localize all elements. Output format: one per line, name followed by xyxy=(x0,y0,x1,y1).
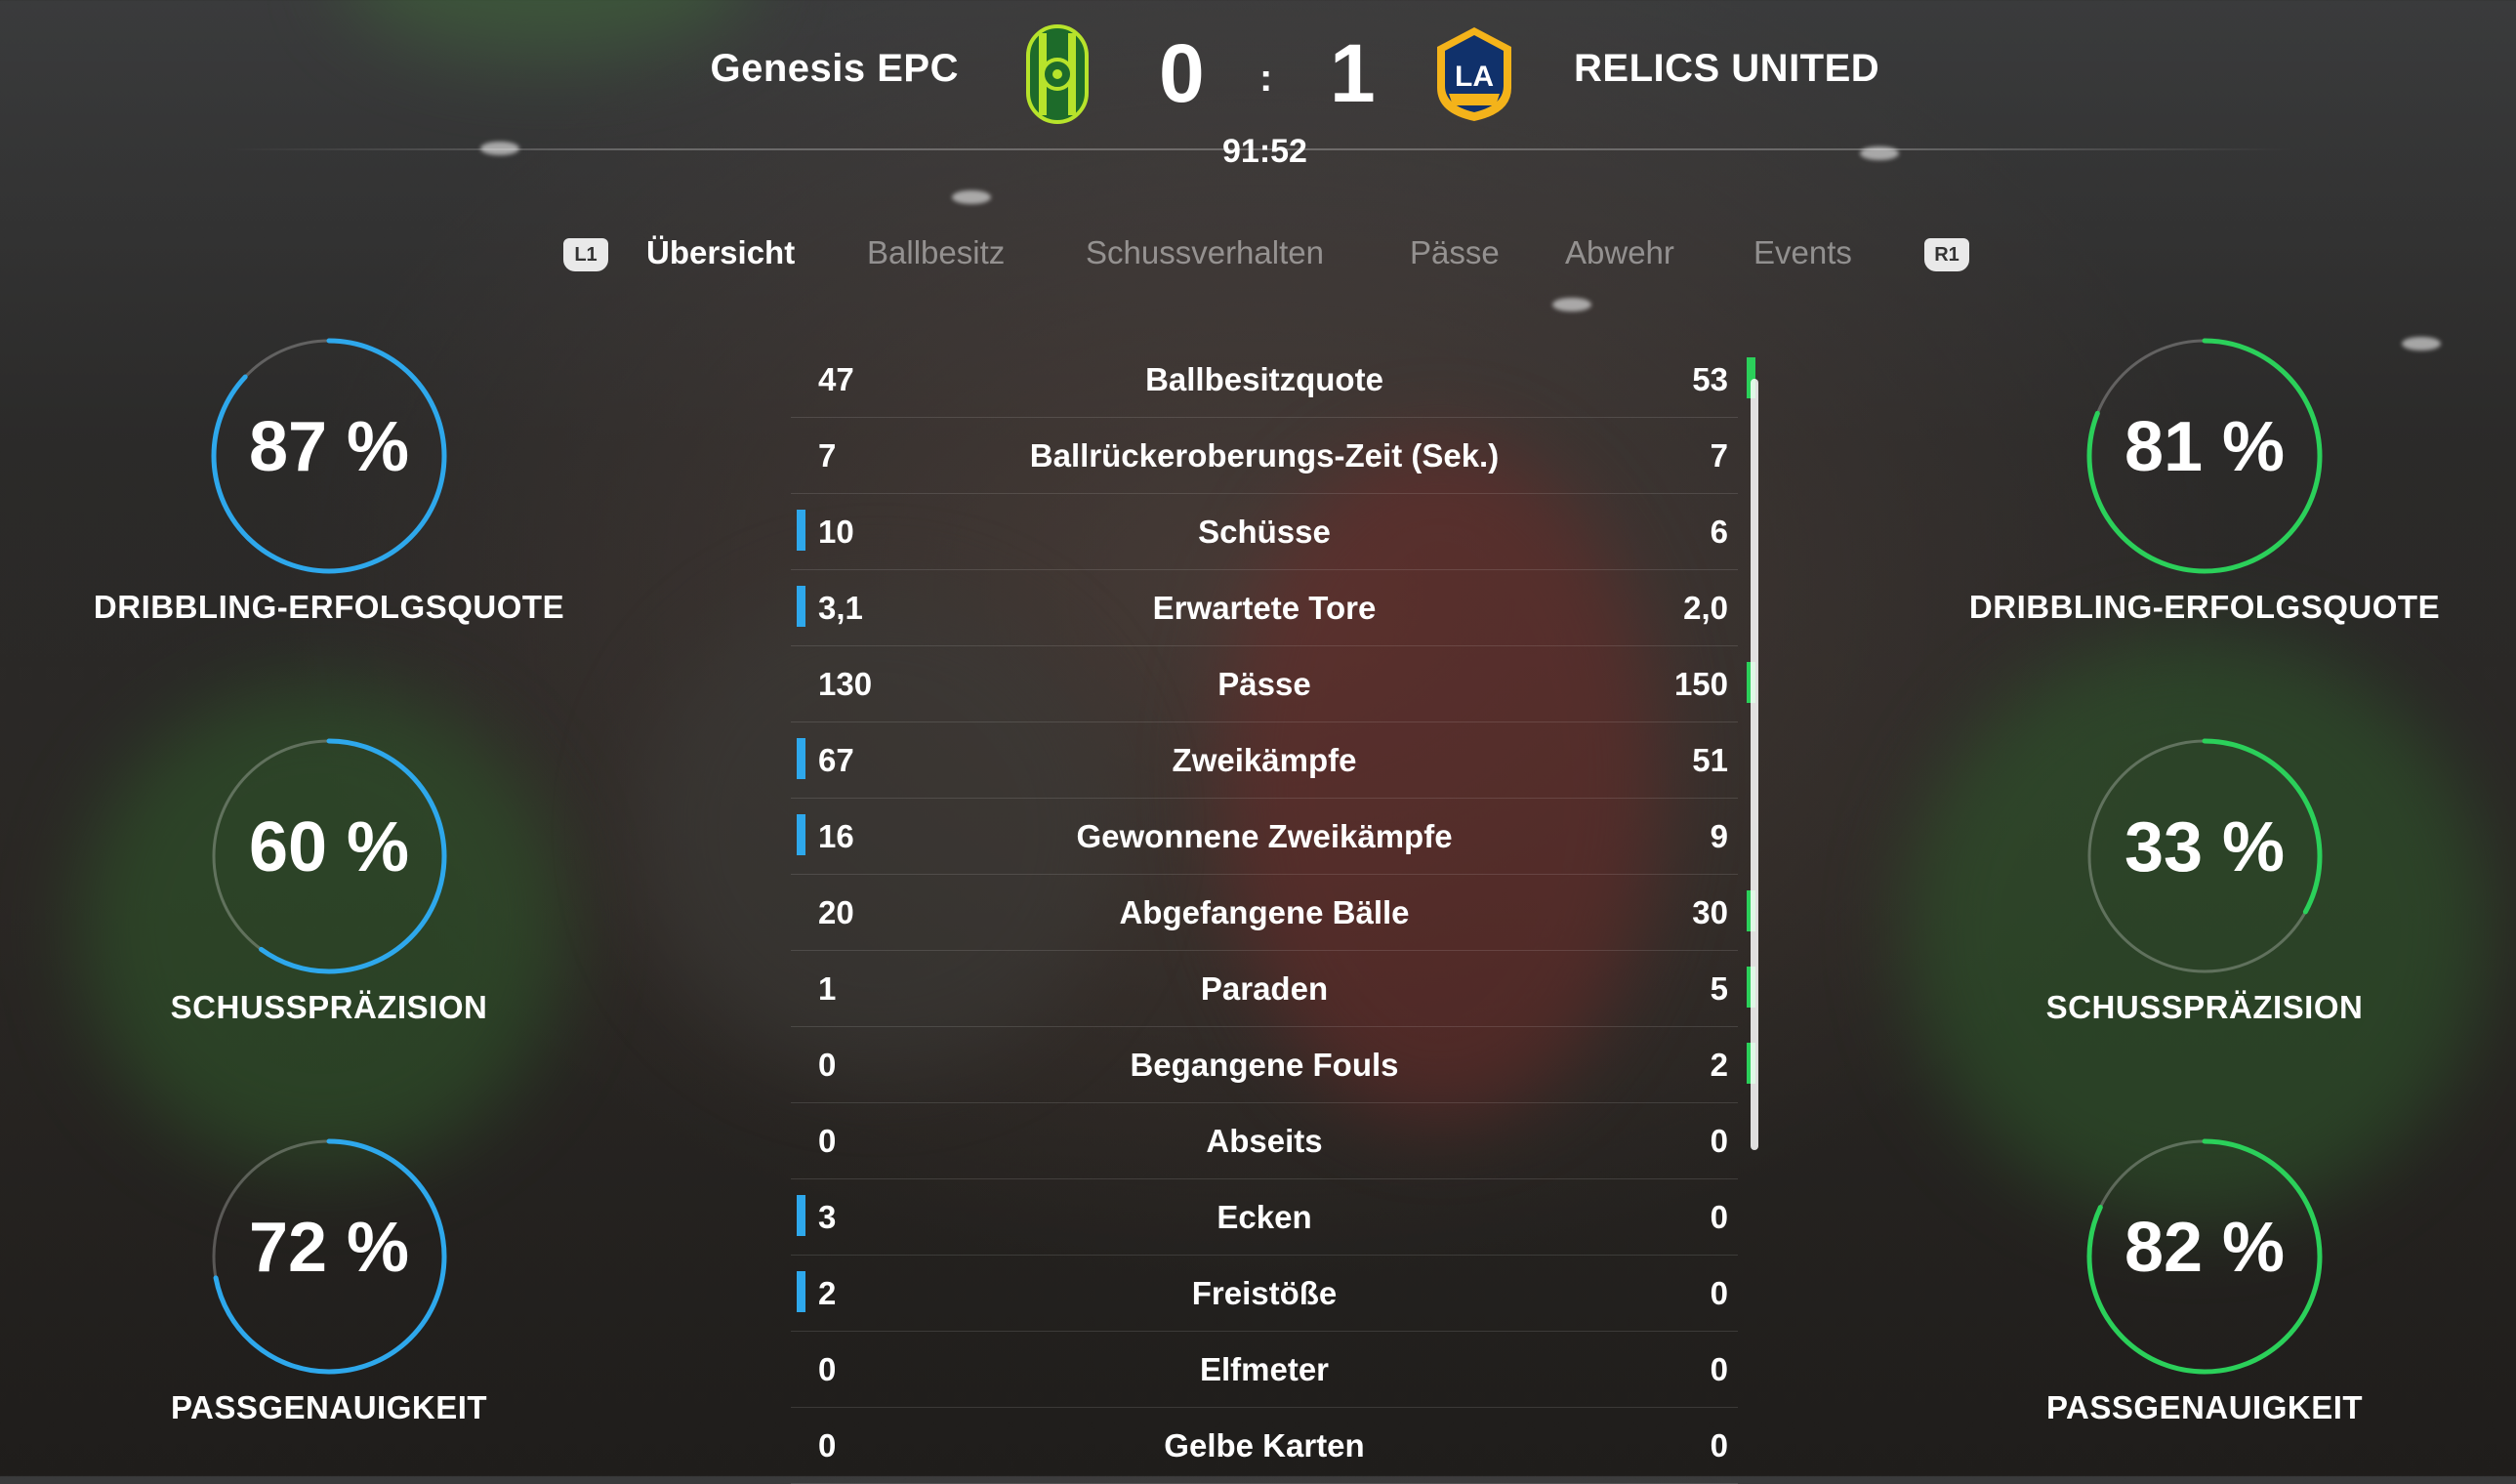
away-stat-value: 30 xyxy=(1692,894,1728,930)
score-separator: : xyxy=(1259,57,1273,100)
away-stat-value: 2,0 xyxy=(1683,590,1728,626)
stat-label: Gelbe Karten xyxy=(1164,1427,1365,1463)
stat-row: 0 Begangene Fouls 2 xyxy=(791,1027,1755,1103)
home-team-crest-icon xyxy=(1025,23,1090,130)
away-stat-value: 7 xyxy=(1710,437,1728,474)
stat-row: 0 Elfmeter 0 xyxy=(791,1332,1738,1408)
stat-label: Abgefangene Bälle xyxy=(1119,894,1410,930)
away-stat-value: 0 xyxy=(1710,1275,1728,1311)
away-stat-value: 0 xyxy=(1710,1427,1728,1463)
gauge-value: 82 % xyxy=(2124,1209,2286,1287)
stat-row: 2 Freistöße 0 xyxy=(791,1256,1738,1332)
stat-label: Begangene Fouls xyxy=(1130,1047,1399,1083)
away-stat-value: 53 xyxy=(1692,361,1728,397)
stat-row: 0 Gelbe Karten 0 xyxy=(791,1408,1738,1484)
stats-scrollbar[interactable] xyxy=(1751,379,1758,1150)
stat-row: 130 Pässe 150 xyxy=(791,646,1755,722)
stat-row: 10 Schüsse 6 xyxy=(791,494,1738,570)
stat-label: Gewonnene Zweikämpfe xyxy=(1076,818,1453,854)
r1-shoulder-button-icon[interactable]: R1 xyxy=(1924,238,1969,271)
away-stat-value: 5 xyxy=(1710,970,1728,1007)
stat-label: Paraden xyxy=(1200,970,1329,1007)
gauge-label: PASSGENAUIGKEIT xyxy=(2045,1389,2364,1425)
tab-abwehr[interactable]: Abwehr xyxy=(1565,234,1674,271)
away-team-name: RELICS UNITED xyxy=(1574,47,1880,90)
away-score: 1 xyxy=(1330,27,1376,119)
tab-passe[interactable]: Pässe xyxy=(1410,234,1500,271)
away-shot-accuracy-gauge: 33 % SCHUSSPRÄZISION xyxy=(1931,737,2478,1059)
gauge-value: 60 % xyxy=(248,808,410,886)
gauge-label: DRIBBLING-ERFOLGSQUOTE xyxy=(1968,589,2441,625)
stat-label: Freistöße xyxy=(1191,1275,1338,1311)
stat-label: Erwartete Tore xyxy=(1152,590,1377,626)
stat-label: Ecken xyxy=(1217,1199,1312,1235)
gauge-value: 72 % xyxy=(248,1209,410,1287)
stat-row: 7 Ballrückeroberungs-Zeit (Sek.) 7 xyxy=(791,418,1738,494)
gauge-label: DRIBBLING-ERFOLGSQUOTE xyxy=(93,589,565,625)
stat-label: Abseits xyxy=(1206,1123,1323,1159)
l1-shoulder-button-icon[interactable]: L1 xyxy=(563,238,608,271)
gauge-value: 87 % xyxy=(248,408,410,486)
away-dribbling-gauge: 81 % DRIBBLING-ERFOLGSQUOTE xyxy=(1931,337,2478,659)
home-shot-accuracy-gauge: 60 % SCHUSSPRÄZISION xyxy=(56,737,602,1059)
away-stat-value: 2 xyxy=(1710,1047,1728,1083)
stat-row: 3,1 Erwartete Tore 2,0 xyxy=(791,570,1738,646)
gauge-value: 33 % xyxy=(2124,808,2286,886)
gauge-label: PASSGENAUIGKEIT xyxy=(170,1389,488,1425)
stat-row: 20 Abgefangene Bälle 30 xyxy=(791,875,1755,951)
tab-ubersicht[interactable]: Übersicht xyxy=(646,234,795,271)
away-stat-value: 0 xyxy=(1710,1123,1728,1159)
away-stat-value: 6 xyxy=(1710,514,1728,550)
tab-schussverhalten[interactable]: Schussverhalten xyxy=(1086,234,1324,271)
stat-label: Pässe xyxy=(1217,666,1311,702)
match-clock: 91:52 xyxy=(1222,133,1307,170)
home-score: 0 xyxy=(1159,27,1205,119)
away-stat-value: 9 xyxy=(1710,818,1728,854)
stat-row: 3 Ecken 0 xyxy=(791,1179,1738,1256)
away-stat-value: 51 xyxy=(1692,742,1728,778)
gauge-label: SCHUSSPRÄZISION xyxy=(2045,989,2364,1025)
stat-row: 16 Gewonnene Zweikämpfe 9 xyxy=(791,799,1738,875)
away-team-crest-icon: LA xyxy=(1433,23,1515,130)
away-stat-value: 150 xyxy=(1673,666,1728,702)
away-crest-text: LA xyxy=(1455,61,1494,93)
stats-tab-bar: L1 Übersicht Ballbesitz Schussverhalten … xyxy=(0,234,2516,293)
stats-table: 47 Ballbesitzquote 53 7 Ballrückeroberun… xyxy=(791,342,1755,1484)
stat-row: 0 Abseits 0 xyxy=(791,1103,1738,1179)
stat-label: Ballbesitzquote xyxy=(1145,361,1383,397)
away-stat-value: 0 xyxy=(1710,1199,1728,1235)
stat-row: 67 Zweikämpfe 51 xyxy=(791,722,1738,799)
stat-label: Zweikämpfe xyxy=(1172,742,1357,778)
tab-events[interactable]: Events xyxy=(1753,234,1852,271)
stat-label: Ballrückeroberungs-Zeit (Sek.) xyxy=(1029,437,1500,474)
stat-row: 1 Paraden 5 xyxy=(791,951,1755,1027)
away-pass-accuracy-gauge: 82 % PASSGENAUIGKEIT xyxy=(1931,1137,2478,1460)
gauge-label: SCHUSSPRÄZISION xyxy=(170,989,488,1025)
stat-row: 47 Ballbesitzquote 53 xyxy=(791,342,1755,418)
tab-ballbesitz[interactable]: Ballbesitz xyxy=(867,234,1005,271)
home-team-name: Genesis EPC xyxy=(710,47,959,90)
header-divider xyxy=(225,148,2294,150)
stat-label: Elfmeter xyxy=(1199,1351,1330,1387)
gauge-value: 81 % xyxy=(2124,408,2286,486)
home-pass-accuracy-gauge: 72 % PASSGENAUIGKEIT xyxy=(56,1137,602,1460)
home-dribbling-gauge: 87 % DRIBBLING-ERFOLGSQUOTE xyxy=(56,337,602,659)
stat-label: Schüsse xyxy=(1198,514,1331,550)
away-stat-value: 0 xyxy=(1710,1351,1728,1387)
